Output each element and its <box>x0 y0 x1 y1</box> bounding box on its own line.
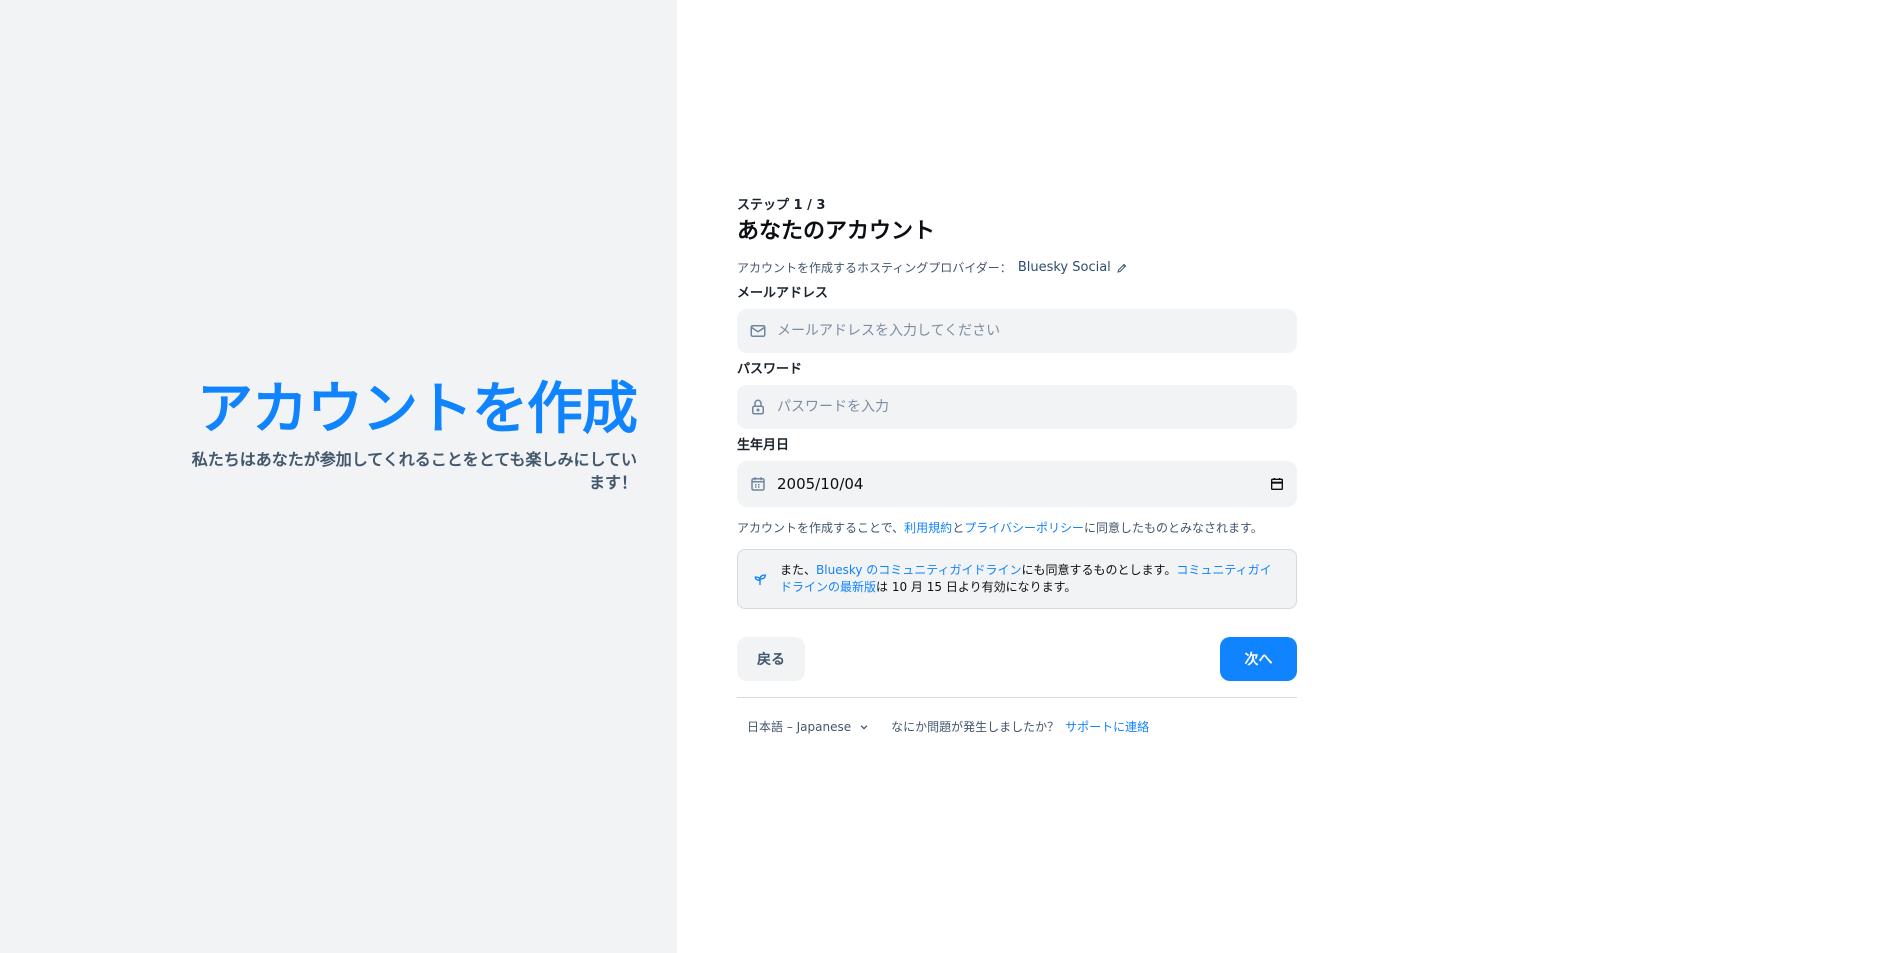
step-label: ステップ 1 / 3 <box>737 198 826 213</box>
guideline-text: また、Bluesky のコミュニティガイドラインにも同意するものとします。コミュ… <box>780 562 1282 596</box>
lock-icon <box>752 399 764 415</box>
community-guidelines-link[interactable]: Bluesky のコミュニティガイドライン <box>816 563 1022 577</box>
password-label: パスワード <box>737 362 803 377</box>
next-button[interactable]: 次へ <box>1220 637 1297 681</box>
community-guidelines-notice: また、Bluesky のコミュニティガイドラインにも同意するものとします。コミュ… <box>737 549 1297 609</box>
privacy-policy-link[interactable]: プライバシーポリシー <box>964 521 1084 535</box>
guideline-prefix: また、 <box>780 563 817 577</box>
back-button[interactable]: 戻る <box>737 637 805 681</box>
terms-prefix: アカウントを作成することで、 <box>737 521 905 535</box>
sprout-icon <box>754 574 767 585</box>
hero: アカウントを作成 私たちはあなたが参加してくれることをとても楽しみにしています！ <box>177 376 638 494</box>
divider <box>737 697 1297 698</box>
guideline-middle: にも同意するものとします。 <box>1021 563 1177 577</box>
email-field[interactable] <box>737 309 1297 353</box>
provider-label: アカウントを作成するホスティングプロバイダー： <box>737 261 1012 275</box>
terms-notice: アカウントを作成することで、利用規約とプライバシーポリシーに同意したものとみなさ… <box>737 519 1297 537</box>
form-actions: 戻る 次へ <box>737 637 1297 681</box>
hosting-provider: アカウントを作成するホスティングプロバイダー： Bluesky Social <box>737 259 1297 277</box>
birthdate-field[interactable]: 2005/10/04 <box>737 461 1297 507</box>
signup-form: ステップ 1 / 3 あなたのアカウント アカウントを作成するホスティングプロバ… <box>737 197 1297 735</box>
mail-icon <box>750 325 766 337</box>
birthdate-label: 生年月日 <box>737 438 790 453</box>
terms-of-service-link[interactable]: 利用規約 <box>904 521 952 535</box>
left-pane: アカウントを作成 私たちはあなたが参加してくれることをとても楽しみにしています！ <box>0 0 677 953</box>
terms-and: と <box>952 521 965 535</box>
provider-name-button[interactable]: Bluesky Social <box>1018 259 1111 277</box>
pencil-icon[interactable] <box>1116 262 1128 274</box>
hero-title: アカウントを作成 <box>197 377 638 442</box>
footer: 日本語 – Japanese なにか問題が発生しましたか？ サポートに連絡 <box>737 718 1297 735</box>
calendar-icon <box>751 477 765 491</box>
guideline-suffix: は 10 月 15 日より有効になります。 <box>876 580 1077 594</box>
language-select[interactable]: 日本語 – Japanese <box>747 718 869 735</box>
hero-subtitle: 私たちはあなたが参加してくれることをとても楽しみにしています！ <box>191 450 637 492</box>
birthdate-input[interactable]: 2005/10/04 <box>777 475 1269 493</box>
chevron-down-icon <box>860 724 868 730</box>
email-label: メールアドレス <box>737 286 829 301</box>
password-input[interactable] <box>777 399 1285 415</box>
terms-suffix: に同意したものとみなされます。 <box>1083 521 1263 535</box>
password-field[interactable] <box>737 385 1297 429</box>
form-title: あなたのアカウント <box>737 219 936 244</box>
calendar-picker-icon[interactable] <box>1269 476 1285 492</box>
support-link[interactable]: サポートに連絡 <box>1065 718 1149 735</box>
email-input[interactable] <box>777 323 1285 339</box>
language-label: 日本語 – Japanese <box>747 720 852 734</box>
help-text: なにか問題が発生しましたか？ <box>891 720 1060 734</box>
